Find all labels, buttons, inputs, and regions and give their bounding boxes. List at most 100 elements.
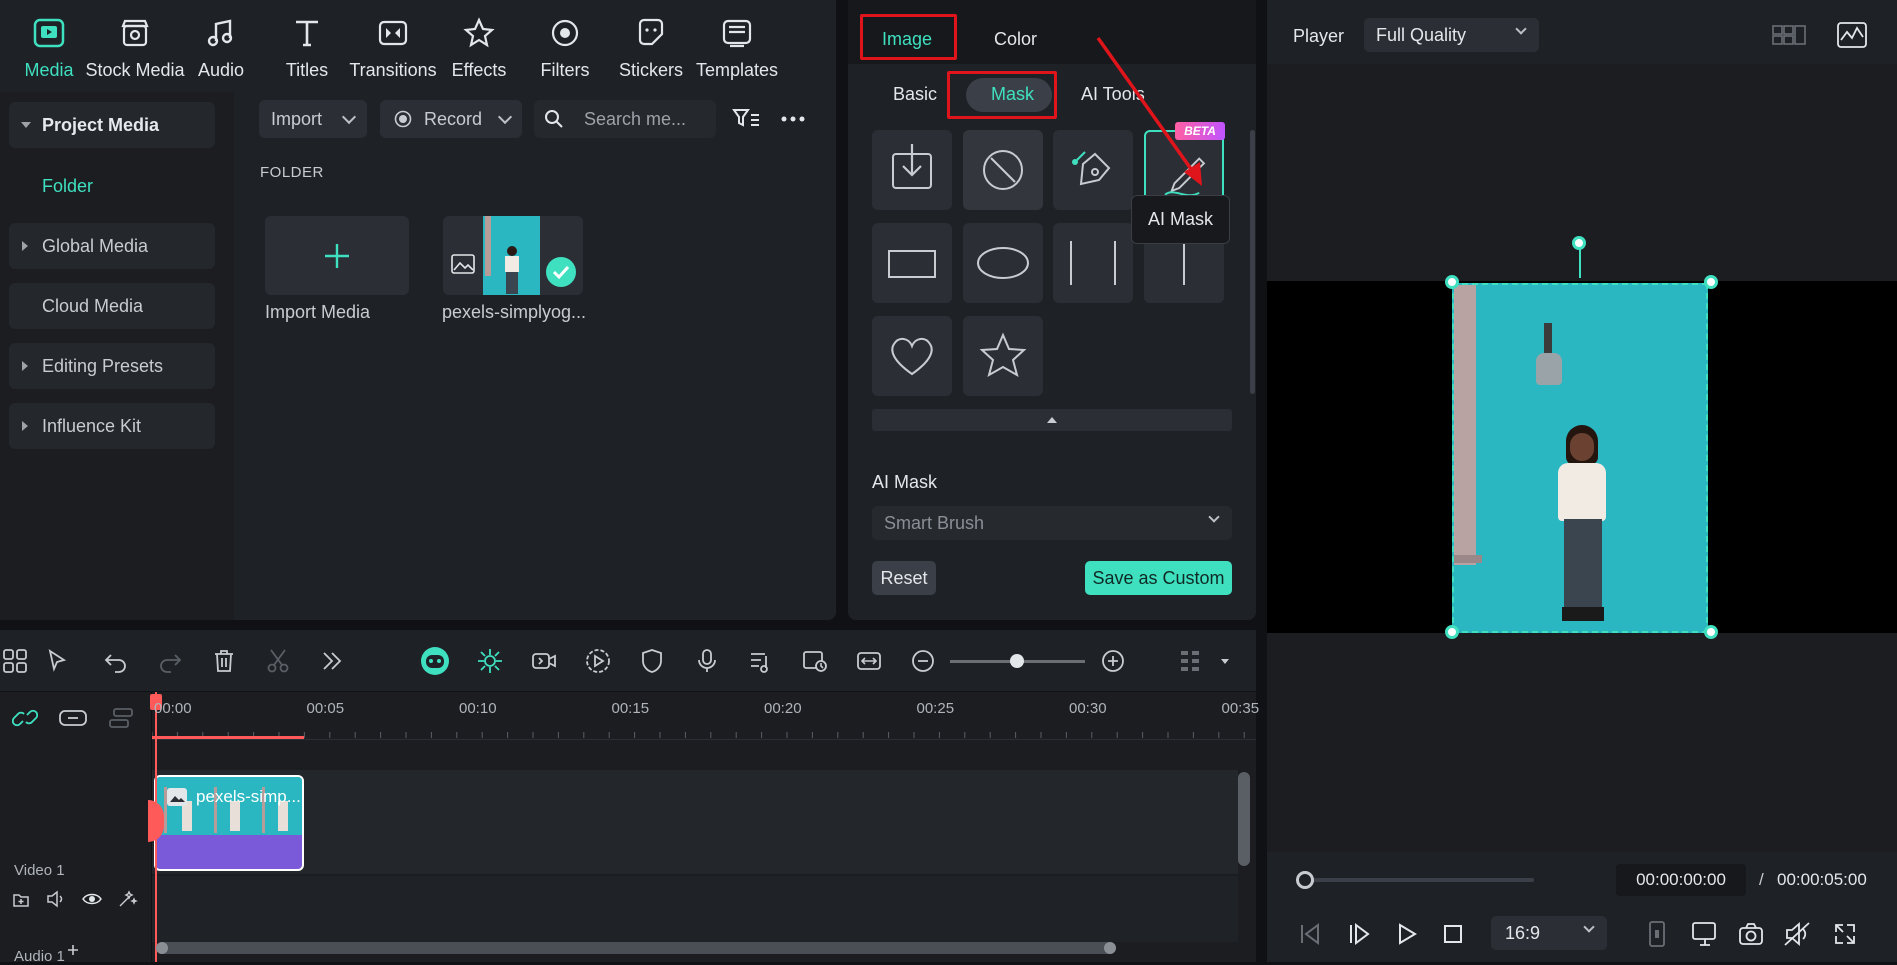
- ai-magic-icon[interactable]: [118, 890, 138, 908]
- zoom-slider-knob[interactable]: [1010, 654, 1024, 668]
- current-timecode[interactable]: 00:00:00:00: [1616, 864, 1746, 896]
- sidebar-item-editing-presets[interactable]: Editing Presets: [9, 343, 215, 389]
- redo-icon[interactable]: [157, 648, 183, 674]
- scopes-icon[interactable]: [1837, 22, 1867, 48]
- select-pointer-icon[interactable]: [46, 648, 72, 674]
- tab-color[interactable]: Color: [994, 29, 1037, 50]
- zoom-out-icon[interactable]: [910, 648, 936, 674]
- rotate-handle[interactable]: [1572, 236, 1586, 250]
- play-icon[interactable]: [1396, 923, 1418, 945]
- more-tools-icon[interactable]: [319, 648, 345, 674]
- render-preview-icon[interactable]: [802, 648, 828, 674]
- zoom-in-icon[interactable]: [1100, 648, 1126, 674]
- import-media-tile[interactable]: [265, 216, 409, 295]
- import-button[interactable]: Import: [259, 100, 367, 138]
- transform-handle[interactable]: [1445, 275, 1459, 289]
- undo-icon[interactable]: [103, 648, 129, 674]
- audio-track-row[interactable]: [152, 876, 1238, 942]
- tab-templates[interactable]: Templates: [694, 0, 780, 92]
- hscroll-start-handle[interactable]: [156, 942, 168, 954]
- tab-stickers[interactable]: Stickers: [608, 0, 694, 92]
- video-track-row[interactable]: [152, 770, 1238, 874]
- filter-sort-icon[interactable]: [732, 107, 760, 131]
- snapshot-camera-icon[interactable]: [1738, 922, 1764, 946]
- transform-handle[interactable]: [1704, 625, 1718, 639]
- chevron-down-icon: [1583, 921, 1595, 933]
- tab-audio[interactable]: Audio: [178, 0, 264, 92]
- fit-timeline-icon[interactable]: [856, 648, 882, 674]
- timeline-horizontal-scrollbar[interactable]: [156, 942, 1116, 954]
- mask-star-tile[interactable]: [963, 316, 1043, 396]
- preview-image[interactable]: [1452, 283, 1708, 633]
- save-as-custom-button[interactable]: Save as Custom: [1085, 561, 1232, 595]
- hscroll-end-handle[interactable]: [1104, 942, 1116, 954]
- search-box[interactable]: Search me...: [534, 100, 716, 138]
- audio-edit-icon[interactable]: [748, 648, 774, 674]
- playback-progress-track[interactable]: [1304, 878, 1534, 882]
- ruler-tick-label: 00:20: [764, 700, 802, 717]
- mute-audio-icon[interactable]: [1783, 921, 1811, 947]
- tab-transitions[interactable]: Transitions: [349, 0, 437, 92]
- ruler-tick-label: 00:10: [459, 700, 497, 717]
- timeline-vertical-scrollbar[interactable]: [1238, 772, 1250, 866]
- sidebar-item-project-media[interactable]: Project Media: [9, 102, 215, 148]
- track-settings-icon[interactable]: [1178, 648, 1204, 674]
- transform-handle[interactable]: [1445, 625, 1459, 639]
- mask-ellipse-tile[interactable]: [963, 223, 1043, 303]
- stop-icon[interactable]: [1443, 924, 1463, 944]
- fullscreen-icon[interactable]: [1833, 922, 1857, 946]
- mask-collapse-bar[interactable]: [872, 409, 1232, 431]
- eye-icon[interactable]: [82, 891, 102, 907]
- next-frame-icon[interactable]: [1347, 923, 1371, 945]
- link-icon[interactable]: [12, 706, 38, 730]
- quality-dropdown[interactable]: Full Quality: [1364, 18, 1539, 52]
- speed-play-icon[interactable]: [585, 648, 611, 674]
- previous-frame-icon[interactable]: [1298, 923, 1322, 945]
- sidebar-item-influence-kit[interactable]: Influence Kit: [9, 403, 215, 449]
- group-link-icon[interactable]: [58, 706, 88, 730]
- more-options-icon[interactable]: [781, 116, 805, 122]
- microphone-icon[interactable]: [694, 648, 720, 674]
- smart-brush-dropdown[interactable]: Smart Brush: [872, 506, 1232, 540]
- delete-icon[interactable]: [211, 648, 237, 674]
- transform-handle[interactable]: [1704, 275, 1718, 289]
- record-button[interactable]: Record: [380, 100, 522, 138]
- mask-import-tile[interactable]: [872, 130, 952, 210]
- aspect-ratio-dropdown[interactable]: 16:9: [1491, 916, 1607, 950]
- tab-media[interactable]: Media: [6, 0, 92, 92]
- display-icon[interactable]: [1691, 921, 1719, 947]
- ai-camera-icon[interactable]: [531, 648, 557, 674]
- tab-effects[interactable]: Effects: [436, 0, 522, 92]
- layout-grid-icon[interactable]: [1772, 24, 1806, 46]
- mask-double-line-tile[interactable]: [1053, 223, 1133, 303]
- mask-rectangle-tile[interactable]: [872, 223, 952, 303]
- sidebar-item-global-media[interactable]: Global Media: [9, 223, 215, 269]
- layout-icon[interactable]: [2, 648, 28, 674]
- subtab-basic[interactable]: Basic: [893, 84, 937, 105]
- smart-brush-value: Smart Brush: [884, 512, 985, 533]
- add-folder-icon[interactable]: [12, 890, 30, 908]
- tab-titles[interactable]: Titles: [264, 0, 350, 92]
- reset-button[interactable]: Reset: [872, 561, 936, 595]
- tab-stock-media[interactable]: Stock Media: [85, 0, 185, 92]
- search-input[interactable]: Search me...: [584, 109, 686, 130]
- volume-icon[interactable]: [46, 890, 66, 908]
- shield-marker-icon[interactable]: [639, 648, 665, 674]
- split-scissors-icon[interactable]: [265, 648, 291, 674]
- playhead[interactable]: [155, 692, 157, 962]
- safe-zone-icon[interactable]: [1648, 921, 1666, 947]
- mask-none-tile[interactable]: [963, 130, 1043, 210]
- sidebar-item-cloud-media[interactable]: Cloud Media: [9, 283, 215, 329]
- sidebar-item-folder[interactable]: Folder: [42, 176, 93, 197]
- auto-snap-icon[interactable]: [477, 648, 503, 674]
- mask-heart-tile[interactable]: [872, 316, 952, 396]
- timeline-video-clip[interactable]: pexels-simp...: [154, 775, 304, 871]
- media-clip-thumbnail[interactable]: [443, 216, 583, 295]
- properties-scrollbar[interactable]: [1250, 130, 1255, 394]
- track-manager-icon[interactable]: [108, 706, 134, 730]
- ai-copilot-icon[interactable]: [420, 646, 450, 676]
- tab-filters[interactable]: Filters: [522, 0, 608, 92]
- playback-progress-knob[interactable]: [1296, 871, 1314, 889]
- add-track-icon[interactable]: [67, 944, 79, 956]
- caret-down-icon[interactable]: [1220, 658, 1230, 666]
